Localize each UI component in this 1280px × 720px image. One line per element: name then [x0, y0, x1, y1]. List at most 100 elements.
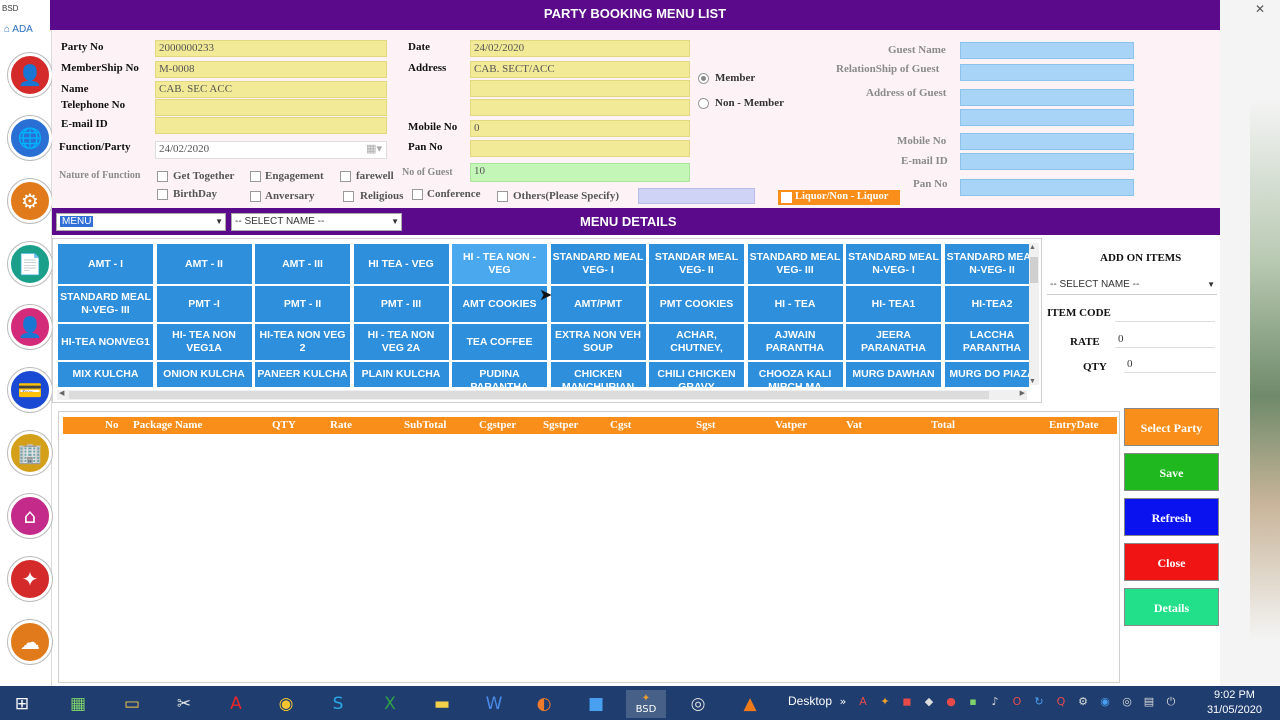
column-header[interactable]: No — [105, 419, 118, 431]
menu-item-tile[interactable]: HI - TEA NON VEG 2A — [352, 323, 450, 361]
menu-item-tile[interactable]: HI - TEA NON - VEG — [451, 243, 548, 285]
religious-checkbox[interactable] — [343, 191, 354, 202]
menu-item-tile[interactable]: STANDAR MEAL VEG- II — [648, 243, 745, 285]
others-specify-input[interactable] — [638, 188, 755, 204]
menu-item-tile[interactable]: AMT COOKIES — [451, 285, 548, 323]
get-together-checkbox[interactable] — [157, 171, 168, 182]
item-code-input[interactable] — [1115, 306, 1215, 322]
menu-item-tile[interactable]: TEA COFFEE — [451, 323, 548, 361]
tray-opera-icon[interactable]: O — [1010, 695, 1024, 709]
menu-item-tile[interactable]: MIX KULCHA — [57, 361, 154, 387]
tray-user-icon[interactable]: ◉ — [1098, 695, 1112, 709]
menu-item-tile[interactable]: STANDARD MEAL N-VEG- I — [845, 243, 942, 285]
zoom-icon[interactable]: ■ — [576, 690, 616, 718]
desktop-toolbar-label[interactable]: Desktop — [788, 694, 832, 708]
menu-item-tile[interactable]: CHILI CHICKEN GRAVY — [648, 361, 745, 387]
scroll-right-icon[interactable]: ▶ — [1020, 389, 1025, 397]
close-button[interactable]: Close — [1124, 543, 1219, 581]
qty-input[interactable]: 0 — [1124, 357, 1216, 373]
anniversary-checkbox[interactable] — [250, 191, 261, 202]
tray-record-icon[interactable]: ● — [944, 695, 958, 709]
menu-item-tile[interactable]: PMT COOKIES — [648, 285, 745, 323]
column-header[interactable]: Cgst — [610, 419, 631, 431]
chevron-down-icon[interactable]: ▼ — [391, 214, 399, 230]
birthday-checkbox[interactable] — [157, 189, 168, 200]
sparkle-icon[interactable]: ✦ — [8, 557, 52, 601]
card-icon[interactable]: 💳 — [8, 368, 52, 412]
excel-icon[interactable]: X — [370, 690, 410, 718]
email-id-field[interactable] — [155, 117, 387, 134]
function-date-picker[interactable]: 24/02/2020 ▦▾ — [155, 141, 387, 159]
menu-item-tile[interactable]: PMT - II — [254, 285, 351, 323]
cloud-icon[interactable]: ☁ — [8, 620, 52, 664]
address-field[interactable]: CAB. SECT/ACC — [470, 61, 690, 78]
profile-icon[interactable]: 👤 — [8, 305, 52, 349]
globe-icon[interactable]: 🌐 — [8, 116, 52, 160]
column-header[interactable]: Total — [931, 419, 955, 431]
menu-item-tile[interactable]: MURG DO PIAZA — [943, 361, 1029, 387]
guest-email-field[interactable] — [960, 153, 1134, 170]
menu-item-tile[interactable]: HI- TEA1 — [845, 285, 942, 323]
scroll-up-icon[interactable]: ▲ — [1029, 243, 1036, 251]
obs-icon[interactable]: ◎ — [678, 690, 718, 718]
scroll-down-icon[interactable]: ▼ — [1029, 377, 1036, 385]
column-header[interactable]: Vatper — [775, 419, 807, 431]
building-icon[interactable]: 🏢 — [8, 431, 52, 475]
menu-item-tile[interactable]: PUDINA PARANTHA — [451, 361, 548, 387]
menu-item-tile[interactable]: EXTRA NON VEH SOUP — [549, 323, 647, 361]
guest-name-field[interactable] — [960, 42, 1134, 59]
refresh-button[interactable]: Refresh — [1124, 498, 1219, 536]
save-button[interactable]: Save — [1124, 453, 1219, 491]
no-of-guest-field[interactable]: 10 — [470, 163, 690, 182]
menu-item-tile[interactable]: AMT/PMT — [549, 285, 647, 323]
menu-item-tile[interactable]: AMT - III — [254, 243, 351, 285]
menu-item-tile[interactable]: PANEER KULCHA — [254, 361, 351, 387]
scroll-thumb[interactable] — [1030, 257, 1038, 283]
scroll-left-icon[interactable]: ◀ — [59, 389, 64, 397]
date-field[interactable]: 24/02/2020 — [470, 40, 690, 57]
menu-item-tile[interactable]: PLAIN KULCHA — [352, 361, 450, 387]
menu-item-tile[interactable]: HI TEA - VEG — [352, 243, 450, 285]
column-header[interactable]: EntryDate — [1049, 419, 1099, 431]
menu-item-tile[interactable]: PMT -I — [155, 285, 253, 323]
menu-item-tile[interactable]: HI - TEA — [746, 285, 844, 323]
tray-tool-icon[interactable]: ✦ — [878, 695, 892, 709]
menu-item-tile[interactable]: MURG DAWHAN — [845, 361, 942, 387]
pan-no-field[interactable] — [470, 140, 690, 157]
menu-item-tile[interactable]: STANDARD MEAL VEG- III — [746, 243, 844, 285]
relationship-field[interactable] — [960, 64, 1134, 81]
tray-sync-icon[interactable]: ↻ — [1032, 695, 1046, 709]
home-icon[interactable]: ⌂ — [8, 494, 52, 538]
scroll-thumb-horizontal[interactable] — [69, 391, 989, 399]
column-header[interactable]: Vat — [846, 419, 862, 431]
rate-input[interactable]: 0 — [1115, 332, 1215, 348]
menu-item-tile[interactable]: JEERA PARANATHA — [845, 323, 942, 361]
word-icon[interactable]: W — [474, 690, 514, 718]
menu-item-tile[interactable]: ONION KULCHA — [155, 361, 253, 387]
menu-type-select[interactable]: MENU ▼ — [56, 213, 226, 231]
tray-search-icon[interactable]: Q — [1054, 695, 1068, 709]
pdf-reader-icon[interactable]: A — [216, 690, 256, 718]
name-field[interactable]: CAB. SEC ACC — [155, 81, 387, 98]
liquor-option[interactable]: Liquor/Non - Liquor — [778, 190, 900, 205]
liquor-checkbox[interactable] — [781, 192, 792, 203]
start-icon[interactable]: ⊞ — [2, 690, 42, 718]
tray-volume-icon[interactable]: ♪ — [988, 695, 1002, 709]
menu-item-tile[interactable]: AMT - I — [57, 243, 154, 285]
column-header[interactable]: Cgstper — [479, 419, 516, 431]
taskbar-clock[interactable]: 9:02 PM 31/05/2020 — [1207, 688, 1262, 718]
column-header[interactable]: Package Name — [133, 419, 202, 431]
file-explorer-icon[interactable]: ▭ — [112, 690, 152, 718]
column-header[interactable]: Sgstper — [543, 419, 578, 431]
engagement-checkbox[interactable] — [250, 171, 261, 182]
telephone-no-field[interactable] — [155, 99, 387, 116]
conference-checkbox[interactable] — [412, 189, 423, 200]
calculator-icon[interactable]: ▦ — [58, 690, 98, 718]
menu-item-tile[interactable]: STANDARD MEAL N-VEG- II — [943, 243, 1029, 285]
snipping-tool-icon[interactable]: ✂ — [164, 690, 204, 718]
guest-pan-field[interactable] — [960, 179, 1134, 196]
folder-icon[interactable]: ▬ — [422, 690, 462, 718]
tray-settings-icon[interactable]: ⚙ — [1076, 695, 1090, 709]
menu-item-tile[interactable]: HI-TEA NON VEG 2 — [254, 323, 351, 361]
farewell-checkbox[interactable] — [340, 171, 351, 182]
